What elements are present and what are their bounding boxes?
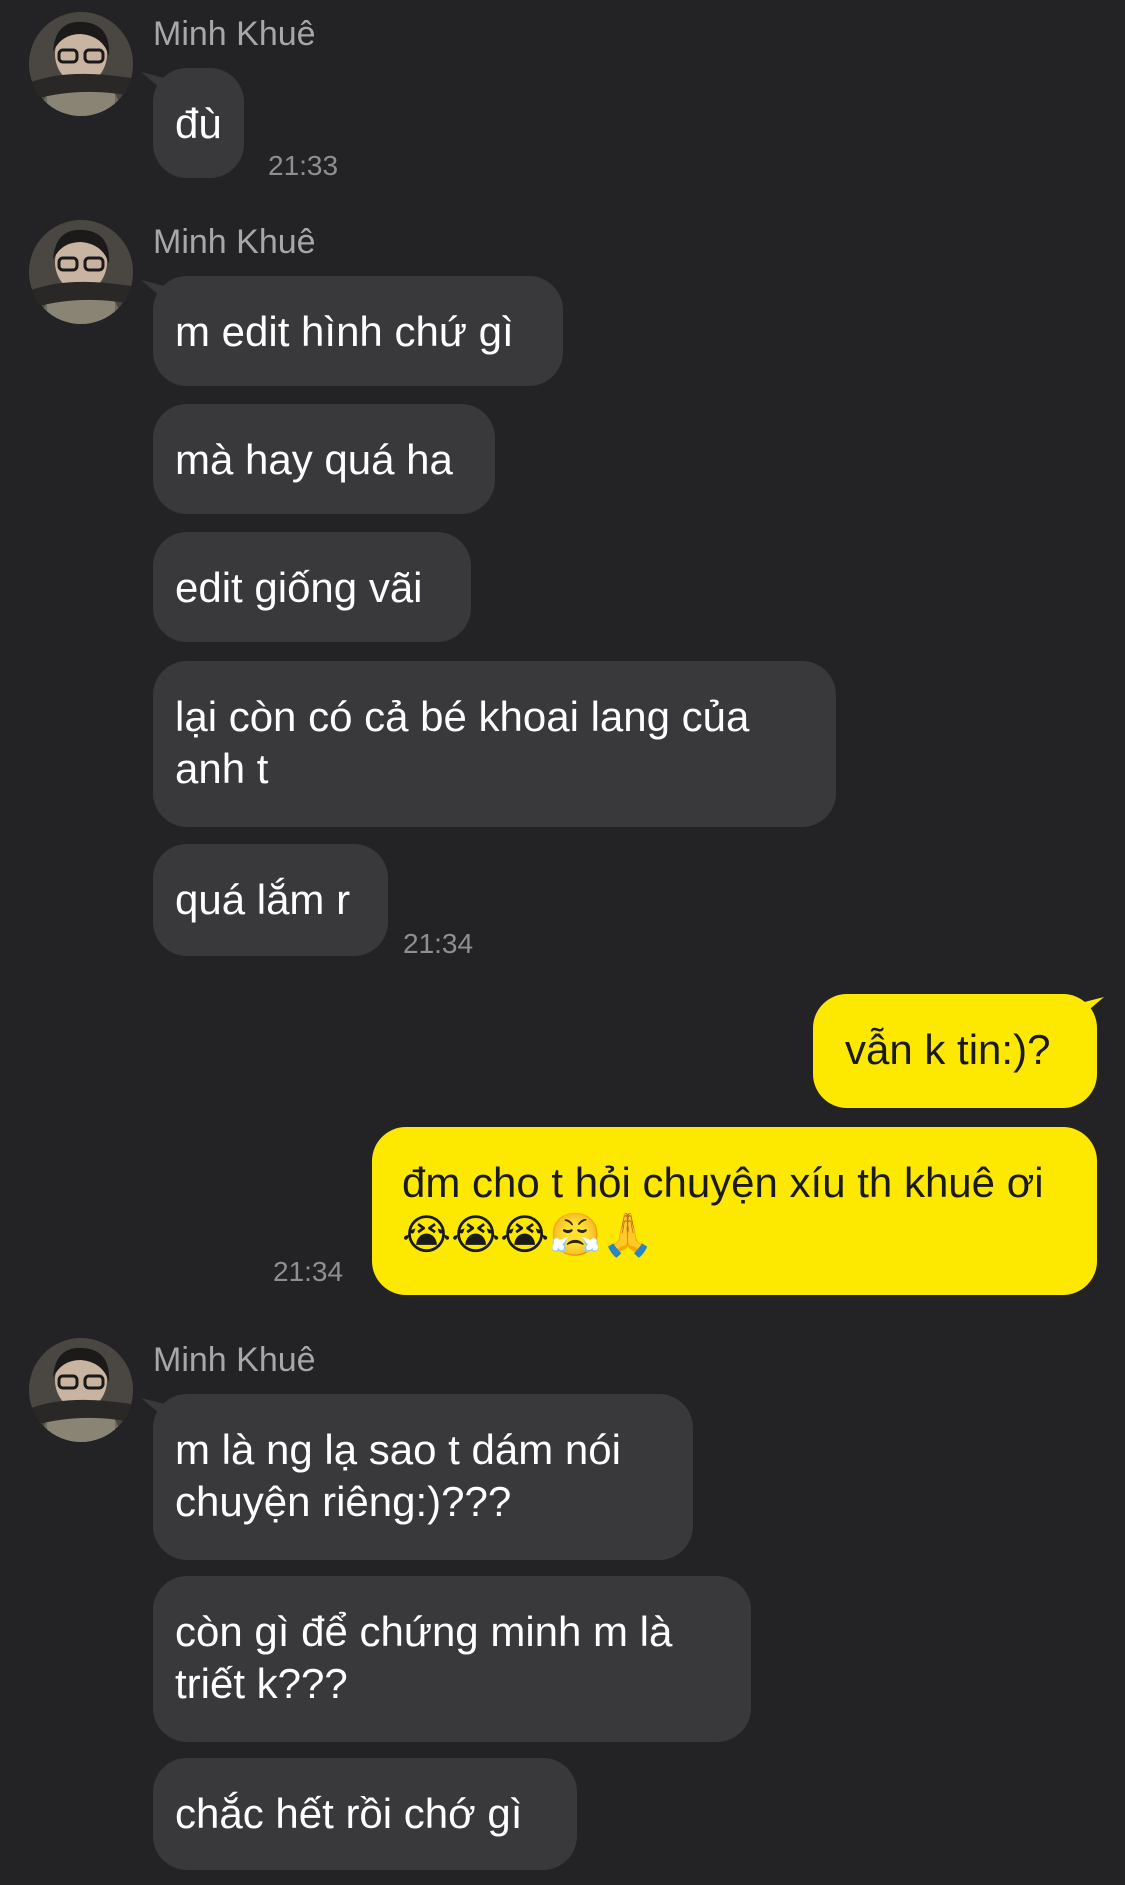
message-timestamp: 21:33 (268, 150, 339, 181)
message-timestamp: 21:34 (403, 928, 474, 959)
message-bubble[interactable]: quá lắm r (153, 844, 388, 956)
message-text: đm cho t hỏi chuyện xíu th khuê ơi😭😭😭😤🙏 (402, 1159, 1044, 1258)
sender-name: Minh Khuê (153, 15, 316, 53)
message-bubble[interactable]: còn gì để chứng minh m là triết k??? (153, 1576, 751, 1742)
avatar[interactable] (29, 1338, 133, 1442)
sender-name: Minh Khuê (153, 223, 316, 261)
message-timestamp: 21:34 (273, 1256, 344, 1287)
outgoing-message-bubble[interactable]: vẫn k tin:)? (813, 994, 1097, 1108)
message-bubble[interactable]: m là ng lạ sao t dám nói chuyện riêng:)?… (153, 1394, 693, 1560)
message-bubble[interactable]: đù (153, 68, 244, 178)
message-bubble[interactable]: edit giống vãi (153, 532, 471, 642)
avatar[interactable] (29, 220, 133, 324)
message-bubble[interactable]: chắc hết rồi chớ gì (153, 1758, 577, 1870)
message-bubble[interactable]: m edit hình chứ gì (153, 276, 563, 386)
outgoing-message-bubble[interactable]: đm cho t hỏi chuyện xíu th khuê ơi😭😭😭😤🙏 (372, 1127, 1097, 1295)
sender-name: Minh Khuê (153, 1341, 316, 1379)
avatar[interactable] (29, 12, 133, 116)
message-bubble[interactable]: mà hay quá ha (153, 404, 495, 514)
message-bubble[interactable]: lại còn có cả bé khoai lang của anh t (153, 661, 836, 827)
